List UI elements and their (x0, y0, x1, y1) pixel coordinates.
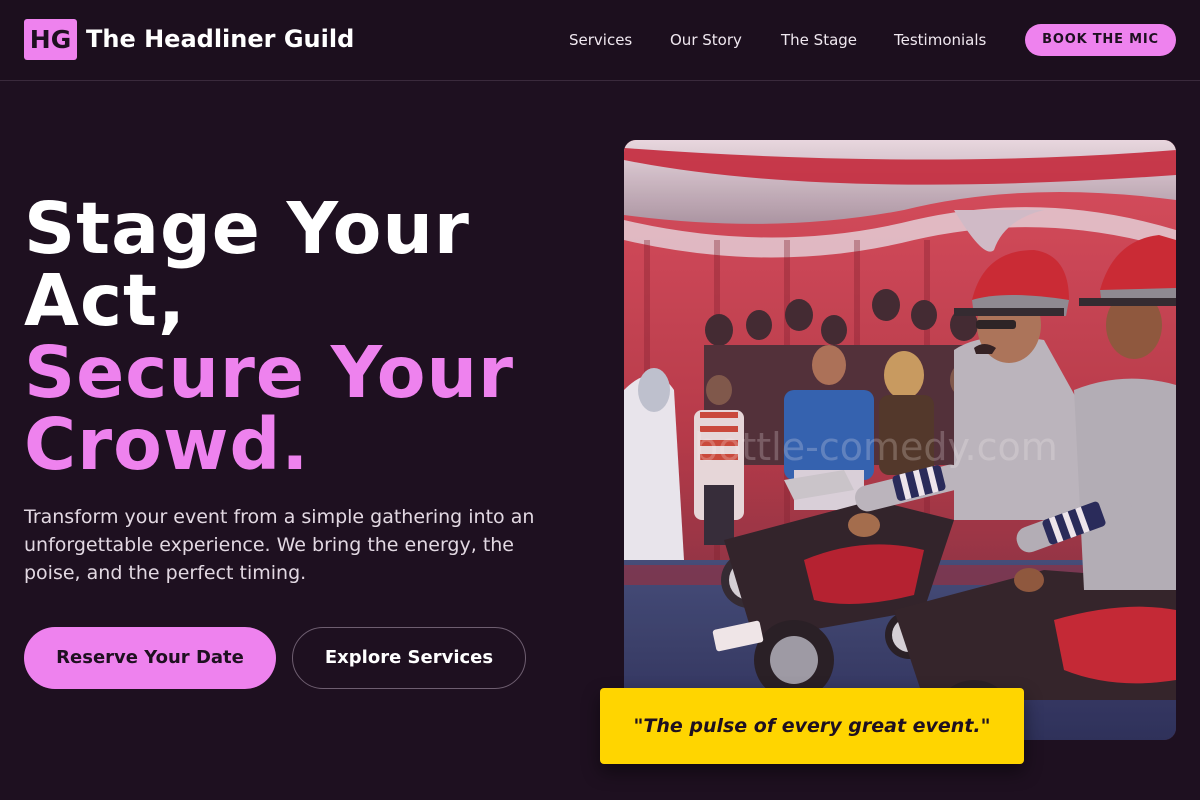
headline-line-4: Crowd. (24, 403, 310, 486)
headline-line-1: Stage Your (24, 187, 470, 270)
hero-photo: bottle-comedy.com (624, 140, 1176, 740)
brand-name[interactable]: The Headliner Guild (86, 24, 354, 55)
quote-card: "The pulse of every great event." (600, 688, 1024, 764)
reserve-your-date-button[interactable]: Reserve Your Date (24, 627, 276, 689)
nav-link-testimonials[interactable]: Testimonials (894, 31, 986, 49)
headline-line-3: Secure Your (24, 331, 515, 414)
nav-link-the-stage[interactable]: The Stage (781, 31, 857, 49)
nav-link-services[interactable]: Services (569, 31, 632, 49)
hero-headline: Stage Your Act, Secure Your Crowd. (24, 193, 584, 481)
site-header: HG The Headliner Guild Services Our Stor… (0, 0, 1200, 81)
hero-photo-illustration: bottle-comedy.com (624, 140, 1176, 740)
book-the-mic-button[interactable]: BOOK THE MIC (1025, 24, 1176, 56)
logo-badge[interactable]: HG (24, 19, 77, 60)
nav-link-our-story[interactable]: Our Story (670, 31, 742, 49)
quote-text: "The pulse of every great event." (633, 715, 991, 737)
headline-line-2: Act, (24, 259, 186, 342)
explore-services-button[interactable]: Explore Services (292, 627, 526, 689)
hero-description: Transform your event from a simple gathe… (24, 506, 535, 584)
